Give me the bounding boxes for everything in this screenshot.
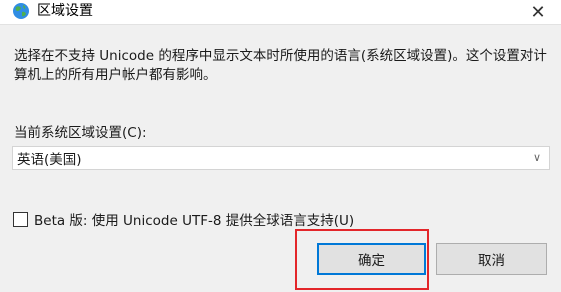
close-button[interactable]: ✕ [515, 0, 561, 24]
beta-utf8-checkbox[interactable] [13, 211, 28, 227]
title-bar: 区域设置 ✕ [0, 0, 561, 24]
current-locale-label: 当前系统区域设置(C): [14, 125, 147, 141]
chevron-down-icon: ∨ [532, 151, 541, 164]
beta-utf8-label: Beta 版: 使用 Unicode UTF-8 提供全球语言支持(U) [34, 213, 355, 229]
cancel-button[interactable]: 取消 [436, 243, 547, 275]
ok-button[interactable]: 确定 [317, 243, 426, 275]
cancel-button-label: 取消 [478, 253, 505, 269]
locale-dropdown[interactable]: 英语(美国) ∨ [12, 146, 550, 170]
beta-utf8-option[interactable]: Beta 版: 使用 Unicode UTF-8 提供全球语言支持(U) [13, 209, 354, 229]
window-title: 区域设置 [37, 3, 93, 19]
ok-button-label: 确定 [358, 253, 385, 269]
locale-dropdown-value: 英语(美国) [17, 152, 82, 168]
globe-icon [12, 2, 30, 20]
close-icon: ✕ [530, 1, 546, 23]
description-text: 选择在不支持 Unicode 的程序中显示文本时所使用的语言(系统区域设置)。这… [14, 48, 547, 83]
dialog-body: 选择在不支持 Unicode 的程序中显示文本时所使用的语言(系统区域设置)。这… [0, 24, 561, 292]
